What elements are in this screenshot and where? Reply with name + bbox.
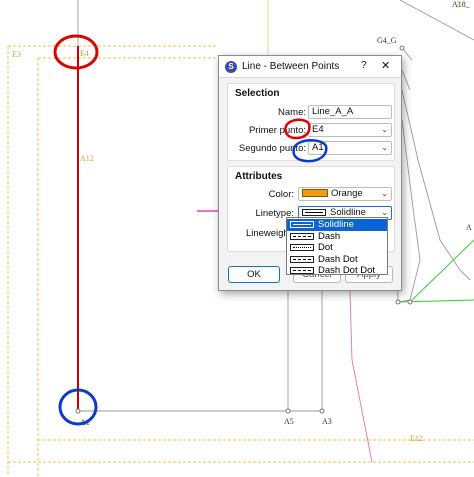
- label-e3: E3: [12, 50, 21, 59]
- dash-dot-dot-line-icon: [290, 267, 314, 274]
- help-button[interactable]: ?: [361, 60, 367, 71]
- linetype-option-dash[interactable]: Dash: [287, 231, 387, 243]
- color-combo[interactable]: Orange ⌄: [298, 187, 392, 201]
- ok-button[interactable]: OK: [228, 266, 280, 283]
- linetype-option-dot[interactable]: Dot: [287, 242, 387, 254]
- dash-line-icon: [290, 232, 314, 240]
- solidline-icon: [290, 221, 314, 228]
- chevron-down-icon: ⌄: [381, 125, 388, 134]
- solidline-sample-icon: [302, 209, 326, 216]
- linetype-option-dash-dot-dot[interactable]: Dash Dot Dot: [287, 265, 387, 277]
- pink-line: [349, 290, 373, 463]
- dash-dot-line-icon: [290, 255, 314, 263]
- label-a18: A18_: [452, 0, 471, 9]
- first-point-value: E4: [312, 124, 324, 135]
- lineweight-label: Lineweight:: [245, 228, 294, 239]
- first-point-label: Primer punto:: [248, 125, 306, 136]
- linetype-label: Linetype:: [255, 208, 294, 219]
- second-point-value: A1: [312, 142, 324, 153]
- yellow-lines: [267, 0, 459, 56]
- dot-line-icon: [290, 244, 314, 251]
- selection-heading: Selection: [235, 88, 280, 99]
- linetype-option-dash-dot[interactable]: Dash Dot: [287, 254, 387, 266]
- annotation-red-circle-e4: [53, 34, 99, 70]
- option-label: Dot: [318, 242, 333, 253]
- option-label: Dash: [318, 230, 341, 242]
- linetype-option-solidline[interactable]: Solidline: [287, 219, 387, 231]
- label-a3: A3: [322, 417, 332, 426]
- option-label: Solidline: [318, 219, 354, 230]
- label-a12: A12: [80, 154, 94, 163]
- label-e4: E4: [80, 49, 89, 58]
- color-label: Color:: [268, 189, 294, 200]
- name-value: Line_A_A: [312, 106, 354, 117]
- dialog-titlebar[interactable]: S Line - Between Points ? ✕: [219, 56, 401, 78]
- label-a5: A5: [284, 417, 294, 426]
- second-point-combo[interactable]: A1 ⌄: [308, 141, 392, 155]
- close-icon[interactable]: ✕: [381, 59, 390, 72]
- option-label: Dash Dot: [318, 253, 358, 265]
- selection-group: Selection Name: Line_A_A Primer punto: E…: [227, 83, 395, 161]
- option-label: Dash Dot Dot: [318, 265, 376, 276]
- attributes-heading: Attributes: [235, 171, 283, 182]
- app-logo-icon: S: [225, 61, 237, 73]
- label-g4g: G4_G: [377, 36, 397, 45]
- name-field[interactable]: Line_A_A: [308, 105, 392, 119]
- first-point-combo[interactable]: E4 ⌄: [308, 123, 392, 137]
- green-lines: [397, 239, 474, 303]
- chevron-down-icon: ⌄: [381, 143, 388, 152]
- chevron-down-icon: ⌄: [381, 189, 388, 198]
- name-label: Name:: [278, 107, 306, 118]
- label-a-right: A: [466, 223, 472, 232]
- second-point-label: Segundo punto:: [238, 143, 306, 154]
- dialog-title: Line - Between Points: [242, 61, 340, 72]
- color-value: Orange: [331, 188, 363, 199]
- linetype-dropdown-list[interactable]: Solidline Dash Dot Dash Dot Dash Dot Dot: [286, 217, 388, 277]
- color-swatch: [302, 189, 328, 197]
- label-e12: E12: [410, 434, 423, 443]
